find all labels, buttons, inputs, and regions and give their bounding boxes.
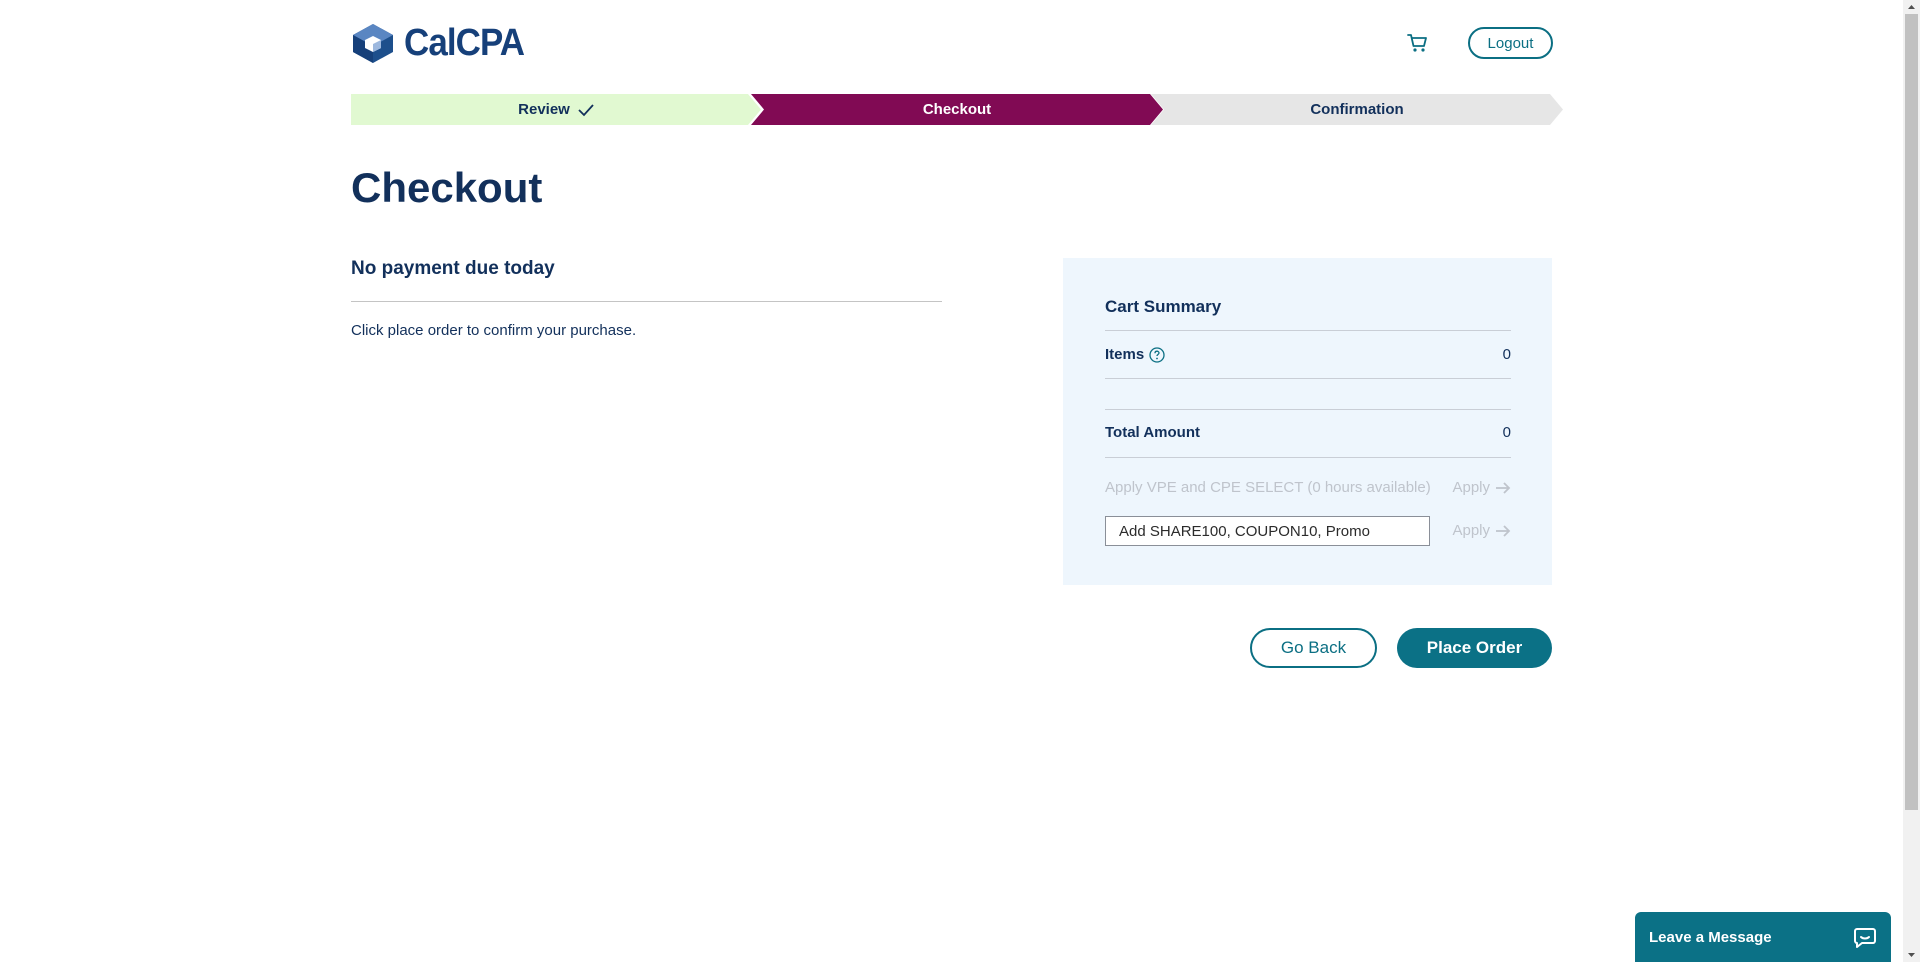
arrow-right-icon (1496, 524, 1511, 537)
divider (1105, 457, 1511, 458)
leave-message-widget[interactable]: Leave a Message (1635, 912, 1891, 962)
total-label: Total Amount (1105, 424, 1200, 441)
step-confirmation-label: Confirmation (1310, 101, 1404, 118)
apply-vpe-button[interactable]: Apply (1452, 479, 1511, 496)
divider (351, 301, 942, 302)
apply-promo-button[interactable]: Apply (1452, 522, 1511, 539)
step-review-label: Review (518, 101, 570, 118)
go-back-button[interactable]: Go Back (1250, 628, 1377, 668)
payment-heading: No payment due today (351, 258, 555, 279)
chat-label: Leave a Message (1649, 928, 1772, 946)
logo-text: CalCPA (404, 21, 525, 64)
step-checkout: Checkout (751, 94, 1163, 125)
chat-bubble-icon (1854, 928, 1876, 948)
arrow-right-icon (1496, 481, 1511, 494)
scroll-up-arrow-icon[interactable] (1903, 0, 1920, 14)
scrollbar-thumb[interactable] (1905, 14, 1918, 810)
place-order-button[interactable]: Place Order (1397, 628, 1552, 668)
checkmark-icon (578, 103, 594, 116)
cart-summary-title: Cart Summary (1105, 297, 1222, 316)
cart-button[interactable] (1406, 31, 1430, 55)
calcpa-logo[interactable]: CalCPA (351, 22, 535, 64)
cart-icon (1407, 34, 1427, 52)
vpe-cpe-label: Apply VPE and CPE SELECT (0 hours availa… (1105, 479, 1431, 496)
apply-label: Apply (1452, 479, 1490, 496)
page-title: Checkout (351, 164, 543, 211)
cart-summary-panel: Cart Summary Items 0 Total Amount 0 Appl… (1063, 258, 1552, 585)
step-confirmation: Confirmation (1151, 94, 1563, 125)
divider (1105, 409, 1511, 410)
page-scrollbar[interactable] (1903, 0, 1920, 962)
step-review[interactable]: Review (351, 94, 761, 125)
total-value: 0 (1502, 424, 1511, 441)
checkout-stepper: Review Checkout Confirmation (351, 94, 1563, 125)
items-label-row: Items (1105, 346, 1165, 363)
step-checkout-label: Checkout (922, 101, 992, 118)
help-icon[interactable] (1149, 346, 1165, 363)
logout-button[interactable]: Logout (1468, 27, 1553, 59)
payment-instruction: Click place order to confirm your purcha… (351, 322, 637, 339)
items-label: Items (1105, 346, 1145, 363)
scroll-down-arrow-icon[interactable] (1903, 948, 1920, 962)
divider (1105, 330, 1511, 331)
promo-code-input[interactable] (1105, 516, 1430, 546)
apply-label: Apply (1452, 522, 1490, 539)
site-header: CalCPA Logout (351, 22, 1553, 64)
logo-icon (353, 24, 393, 63)
items-value: 0 (1502, 346, 1511, 363)
divider (1105, 378, 1511, 379)
